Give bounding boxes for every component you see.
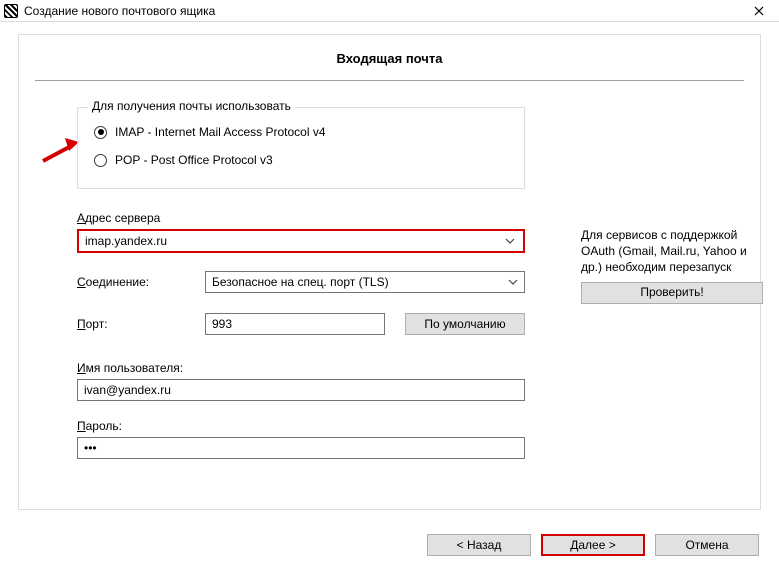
password-label: Пароль: [77, 419, 744, 433]
close-icon [754, 6, 764, 16]
fieldset-legend: Для получения почты использовать [88, 99, 295, 113]
protocol-fieldset: Для получения почты использовать IMAP - … [77, 107, 525, 189]
chevron-down-icon [508, 279, 518, 285]
port-default-button[interactable]: По умолчанию [405, 313, 525, 335]
check-button[interactable]: Проверить! [581, 282, 763, 304]
server-address-combo[interactable]: imap.yandex.ru [77, 229, 525, 253]
titlebar: Создание нового почтового ящика [0, 0, 779, 22]
connection-value: Безопасное на спец. порт (TLS) [212, 275, 389, 289]
back-button[interactable]: < Назад [427, 534, 531, 556]
next-button[interactable]: Далее > [541, 534, 645, 556]
port-label: Порт: [77, 317, 205, 331]
oauth-hint-text: Для сервисов с поддержкой OAuth (Gmail, … [581, 227, 763, 276]
port-input[interactable] [205, 313, 385, 335]
page-heading: Входящая почта [19, 35, 760, 80]
close-button[interactable] [739, 0, 779, 22]
radio-icon [94, 126, 107, 139]
connection-select[interactable]: Безопасное на спец. порт (TLS) [205, 271, 525, 293]
radio-imap-label: IMAP - Internet Mail Access Protocol v4 [115, 125, 326, 139]
window-title: Создание нового почтового ящика [24, 4, 215, 18]
username-input[interactable] [77, 379, 525, 401]
divider [35, 80, 744, 81]
connection-label: Соединение: [77, 275, 205, 289]
port-row: Порт: По умолчанию [77, 313, 744, 335]
password-input[interactable] [77, 437, 525, 459]
username-label: Имя пользователя: [77, 361, 744, 375]
radio-pop-label: POP - Post Office Protocol v3 [115, 153, 273, 167]
cancel-button[interactable]: Отмена [655, 534, 759, 556]
chevron-down-icon [505, 238, 515, 244]
radio-pop[interactable]: POP - Post Office Protocol v3 [92, 146, 510, 174]
app-icon [4, 4, 18, 18]
server-address-value: imap.yandex.ru [85, 234, 167, 248]
footer: < Назад Далее > Отмена [0, 534, 779, 556]
server-label: Адрес сервера [77, 211, 744, 225]
radio-icon [94, 154, 107, 167]
arrow-annotation [41, 137, 81, 167]
oauth-hint: Для сервисов с поддержкой OAuth (Gmail, … [581, 227, 763, 304]
radio-imap[interactable]: IMAP - Internet Mail Access Protocol v4 [92, 118, 510, 146]
wizard-panel: Входящая почта Для получения почты испол… [18, 34, 761, 510]
